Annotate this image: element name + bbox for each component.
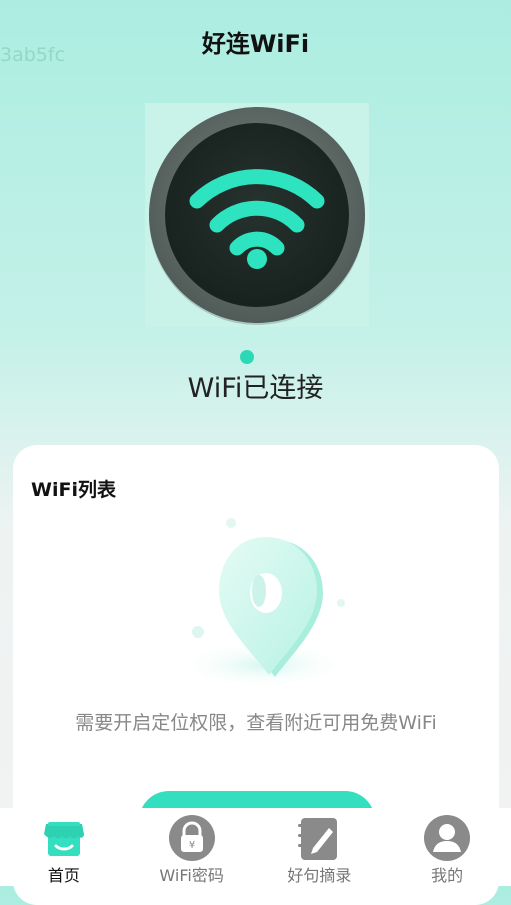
tab-wifi-password[interactable]: ¥ WiFi密码 — [128, 808, 256, 886]
tab-profile-label: 我的 — [431, 866, 464, 885]
store-icon — [43, 822, 84, 856]
tab-profile[interactable]: 我的 — [383, 808, 511, 886]
tab-quotes[interactable]: 好句摘录 — [256, 808, 384, 886]
wifi-icon — [145, 103, 369, 327]
user-icon — [424, 815, 471, 861]
bottom-tab-bar: 首页 ¥ WiFi密码 好句摘录 我的 — [0, 808, 511, 886]
tab-wifi-password-label: WiFi密码 — [159, 866, 224, 885]
wifi-status-hero[interactable] — [145, 103, 369, 327]
connection-status-text: WiFi已连接 — [187, 373, 324, 404]
status-dot — [240, 350, 254, 364]
location-permission-message: 需要开启定位权限，查看附近可用免费WiFi — [75, 712, 437, 734]
tab-home[interactable]: 首页 — [0, 808, 128, 886]
page-title: 好连WiFi — [201, 30, 310, 58]
location-pin-icon — [173, 518, 353, 689]
lock-icon: ¥ — [168, 815, 215, 861]
tab-home-label: 首页 — [47, 866, 80, 885]
tab-quotes-label: 好句摘录 — [287, 866, 352, 885]
notebook-pen-icon — [298, 818, 338, 860]
wifi-list-title: WiFi列表 — [31, 479, 116, 501]
svg-text:¥: ¥ — [188, 840, 194, 851]
